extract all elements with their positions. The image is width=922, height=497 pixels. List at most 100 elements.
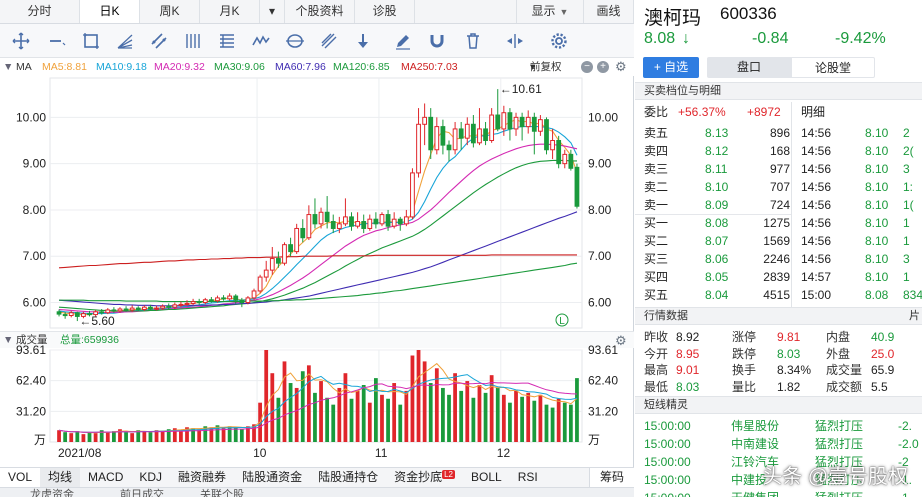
ma-line-ma5: [58, 119, 578, 316]
kline-chart[interactable]: 10.00 10.00 9.00 9.00 8.00 8.00 7.00 7.00 6.00 6.…: [0, 0, 634, 497]
candle-body: [495, 114, 501, 130]
elf-row[interactable]: 15:00:00 伟星股份 猛烈打压 -2.: [635, 417, 922, 435]
candle-body: [117, 308, 123, 312]
candle-body: [99, 311, 105, 314]
volume-bar: [63, 432, 68, 442]
orderbook-row[interactable]: 买三 8.06 2246 14:56 8.10 3: [635, 250, 922, 268]
orderbook-row[interactable]: 买一 8.08 1275 14:56 8.10 1: [635, 214, 922, 232]
bottom-tab-dragon[interactable]: 龙虎资金: [30, 486, 74, 497]
volume-bar: [556, 398, 561, 442]
elf-header: 短线精灵: [635, 396, 922, 414]
volume-bar: [508, 402, 512, 442]
market-value: 1.82: [777, 379, 801, 394]
volume-bar: [367, 402, 372, 442]
orderbook-row[interactable]: 卖一 8.09 724 14:56 8.10 1(: [635, 196, 922, 214]
tick-time: 14:56: [801, 198, 832, 212]
price-row: 8.08 ↓ -0.84 -9.42%: [644, 30, 922, 50]
tick-volume: 1: [903, 234, 910, 248]
indicator-ma[interactable]: 均线: [40, 468, 81, 487]
level-volume: 4515: [763, 288, 790, 302]
candle-body: [300, 227, 306, 239]
candle-body: [208, 299, 214, 302]
tick-volume: 1: [903, 270, 910, 284]
bottom-tab-prev[interactable]: 前日成交: [120, 486, 164, 497]
orderbook-row[interactable]: 卖五 8.13 896 14:56 8.10 2: [635, 124, 922, 142]
volume-bar: [81, 434, 86, 442]
y-tick-label-right: 6.00: [588, 296, 612, 310]
elf-row[interactable]: 15:00:00 天健集团 猛烈打压 -1: [635, 489, 922, 497]
candle-body: [154, 307, 159, 310]
tick-volume: 834: [903, 288, 922, 302]
detail-label: 明细: [801, 105, 826, 119]
indicator-hk-hold[interactable]: 陆股通持仓: [310, 468, 386, 487]
volume-bar: [380, 394, 384, 442]
candle-body: [135, 307, 141, 310]
indicator-bar: VOL 均线 MACD KDJ 融资融券 陆股通资金 陆股通持仓 资金抄底 L2 …: [0, 467, 634, 487]
market-key: 内盘: [826, 330, 851, 344]
low-annotation: ←5.60: [79, 314, 115, 328]
add-watchlist-button[interactable]: + 自选: [643, 57, 699, 78]
indicator-rsi[interactable]: RSI: [510, 468, 546, 487]
market-key: 昨收: [644, 330, 669, 344]
market-row: 最低 8.03 量比 1.82 成交额 5.5: [635, 378, 922, 396]
level-label: 卖四: [644, 144, 669, 158]
ma-line-ma250: [58, 254, 577, 269]
tick-time: 14:56: [801, 234, 832, 248]
volume-bar: [87, 432, 92, 442]
level-label: 卖一: [644, 198, 669, 212]
volume-bar: [483, 392, 488, 442]
level-label: 卖二: [644, 180, 669, 194]
volume-bar: [495, 387, 500, 442]
orderbook-row[interactable]: 卖四 8.12 168 14:56 8.10 2(: [635, 142, 922, 160]
indicator-macd[interactable]: MACD: [80, 468, 131, 487]
candle-body: [148, 306, 153, 310]
market-key: 最高: [644, 363, 669, 377]
x-tick-label: 10: [253, 446, 267, 460]
volume-bar: [93, 433, 98, 442]
watermark: 头条 @壹号股权: [762, 466, 908, 488]
pankou-tab[interactable]: 盘口: [707, 57, 791, 78]
volume-bar: [209, 427, 214, 442]
orderbook-row[interactable]: 卖二 8.10 707 14:56 8.10 1:: [635, 178, 922, 196]
indicator-bottom-fishing[interactable]: 资金抄底 L2: [386, 468, 463, 487]
volume-bar: [526, 392, 531, 442]
action-buttons: + 自选 盘口 论股堂: [643, 57, 875, 78]
indicator-margin[interactable]: 融资融券: [170, 468, 234, 487]
tick-time: 14:56: [801, 252, 832, 266]
chart-pane: 分时 日K 周K 月K ▾ 个股资料 诊股 显示 ▼ 画线 ▼ MA MA5:8…: [0, 0, 634, 497]
tick-price: 8.10: [865, 270, 889, 284]
tick-volume: 2: [903, 126, 910, 140]
orderbook-row[interactable]: 买二 8.07 1569 14:56 8.10 1: [635, 232, 922, 250]
candle-body: [251, 290, 257, 299]
tick-time: 14:56: [801, 144, 832, 158]
indicator-vol[interactable]: VOL: [0, 468, 41, 487]
candle-body: [184, 302, 190, 305]
chips-button[interactable]: 筹码: [588, 468, 634, 487]
quote-pane: 澳柯玛 600336 8.08 ↓ -0.84 -9.42% + 自选 盘口 论…: [635, 0, 922, 497]
x-tick-label: 11: [375, 446, 388, 460]
level-volume: 977: [769, 162, 790, 176]
orderbook-row[interactable]: 买四 8.05 2839 14:57 8.10 1: [635, 268, 922, 286]
y-tick-label: 6.00: [23, 296, 47, 310]
orderbook-ratio-row: 委比 +56.37% +8972 明细: [635, 103, 922, 121]
forum-tab[interactable]: 论股堂: [791, 57, 875, 78]
tick-price: 8.10: [865, 216, 889, 230]
candle-body: [282, 244, 287, 264]
indicator-kdj[interactable]: KDJ: [131, 468, 170, 487]
market-value: 8.34%: [777, 363, 812, 377]
candle-body: [367, 218, 373, 229]
indicator-hk-flow[interactable]: 陆股通资金: [234, 468, 310, 487]
volume-bar: [544, 404, 549, 442]
orderbook-row[interactable]: 卖三 8.11 977 14:56 8.10 3: [635, 160, 922, 178]
tick-volume: 1:: [903, 180, 914, 194]
volume-bar: [416, 350, 421, 442]
elf-row[interactable]: 15:00:00 中南建设 猛烈打压 -2.0: [635, 435, 922, 453]
ma-line-ma60: [58, 211, 578, 307]
orderbook-row[interactable]: 买五 8.04 4515 15:00 8.08 834: [635, 286, 922, 304]
tick-volume: 3: [903, 162, 910, 176]
candle-body: [330, 221, 336, 229]
indicator-boll[interactable]: BOLL: [463, 468, 510, 487]
market-value: 8.03: [777, 346, 801, 361]
candle-body: [324, 211, 330, 223]
bottom-tab-related[interactable]: 关联个股: [200, 486, 244, 497]
